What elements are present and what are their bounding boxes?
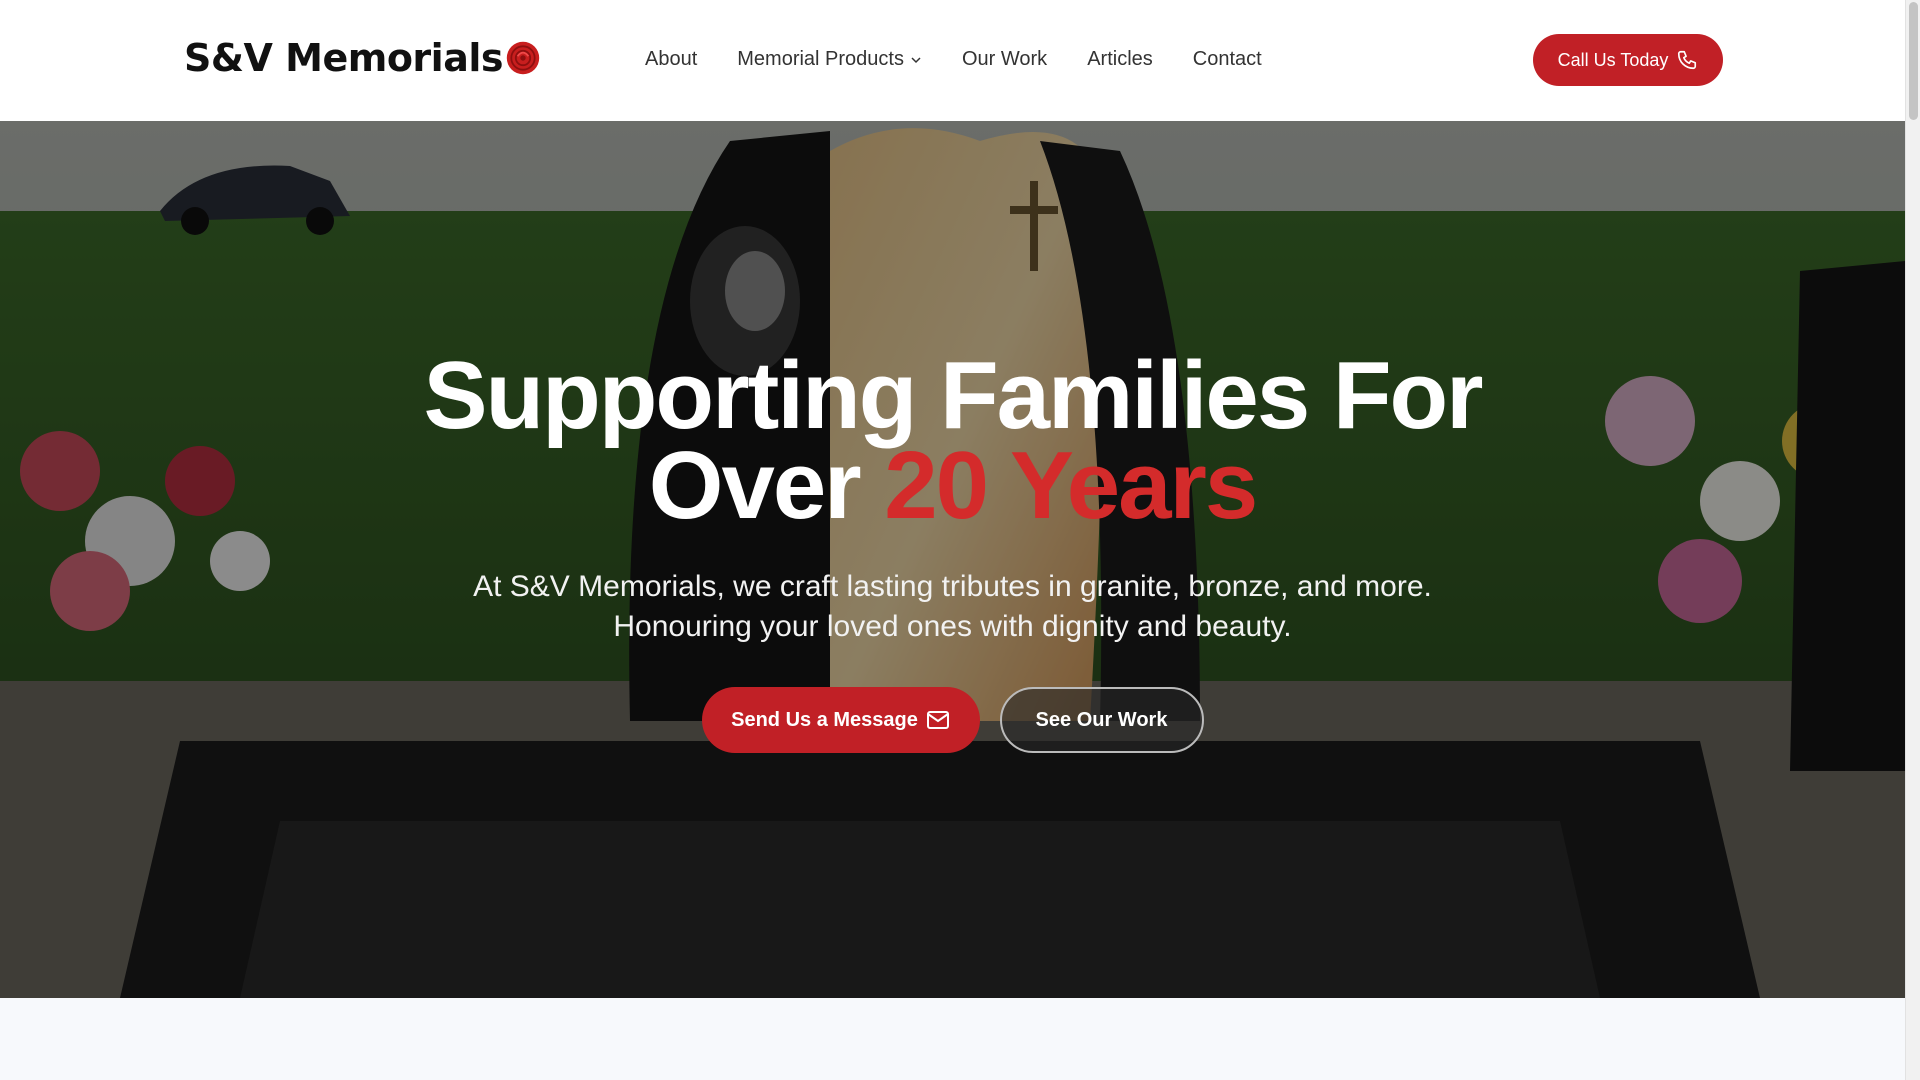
nav-memorial-products[interactable]: Memorial Products [737, 48, 922, 71]
send-message-button[interactable]: Send Us a Message [701, 687, 980, 753]
hero-subtitle: At S&V Memorials, we craft lasting tribu… [0, 567, 1905, 647]
nav-our-work[interactable]: Our Work [962, 48, 1047, 71]
hero-title-accent: 20 Years [884, 432, 1258, 539]
see-our-work-label: See Our Work [1035, 708, 1168, 731]
mail-icon [926, 711, 949, 729]
nav-about-label: About [645, 48, 698, 70]
see-our-work-button[interactable]: See Our Work [999, 687, 1204, 753]
hero-subtitle-line2: Honouring your loved ones with dignity a… [613, 610, 1292, 643]
phone-icon [1678, 50, 1697, 70]
scrollbar-thumb[interactable] [1909, 2, 1918, 120]
hero-content: Supporting Families For Over 20 Years At… [0, 348, 1905, 753]
logo[interactable]: S&V Memorials [184, 36, 541, 80]
page-scrollbar[interactable] [1905, 0, 1920, 1080]
logo-text: S&V Memorials [184, 36, 504, 80]
hero-title-line2: Over [648, 432, 862, 539]
nav-contact-label: Contact [1192, 48, 1262, 70]
nav-our-work-label: Our Work [961, 48, 1048, 70]
nav-memorial-products-label: Memorial Products [737, 48, 904, 70]
nav-articles-label: Articles [1087, 48, 1153, 70]
hero-subtitle-line1: At S&V Memorials, we craft lasting tribu… [473, 570, 1432, 603]
nav-articles[interactable]: Articles [1087, 48, 1153, 71]
chevron-down-icon [911, 56, 921, 63]
call-us-button[interactable]: Call Us Today [1533, 34, 1723, 86]
nav-about[interactable]: About [645, 48, 697, 71]
nav-contact[interactable]: Contact [1193, 48, 1262, 71]
hero-buttons: Send Us a Message See Our Work [0, 687, 1905, 753]
hero-title: Supporting Families For Over 20 Years [0, 348, 1905, 534]
site-header: S&V Memorials About Memorial Products Ou… [0, 0, 1905, 121]
rose-icon [506, 41, 540, 75]
call-us-label: Call Us Today [1557, 49, 1669, 70]
send-message-label: Send Us a Message [731, 708, 918, 731]
main-nav: About Memorial Products Our Work Article… [645, 48, 1262, 71]
hero-section: Supporting Families For Over 20 Years At… [0, 121, 1905, 998]
